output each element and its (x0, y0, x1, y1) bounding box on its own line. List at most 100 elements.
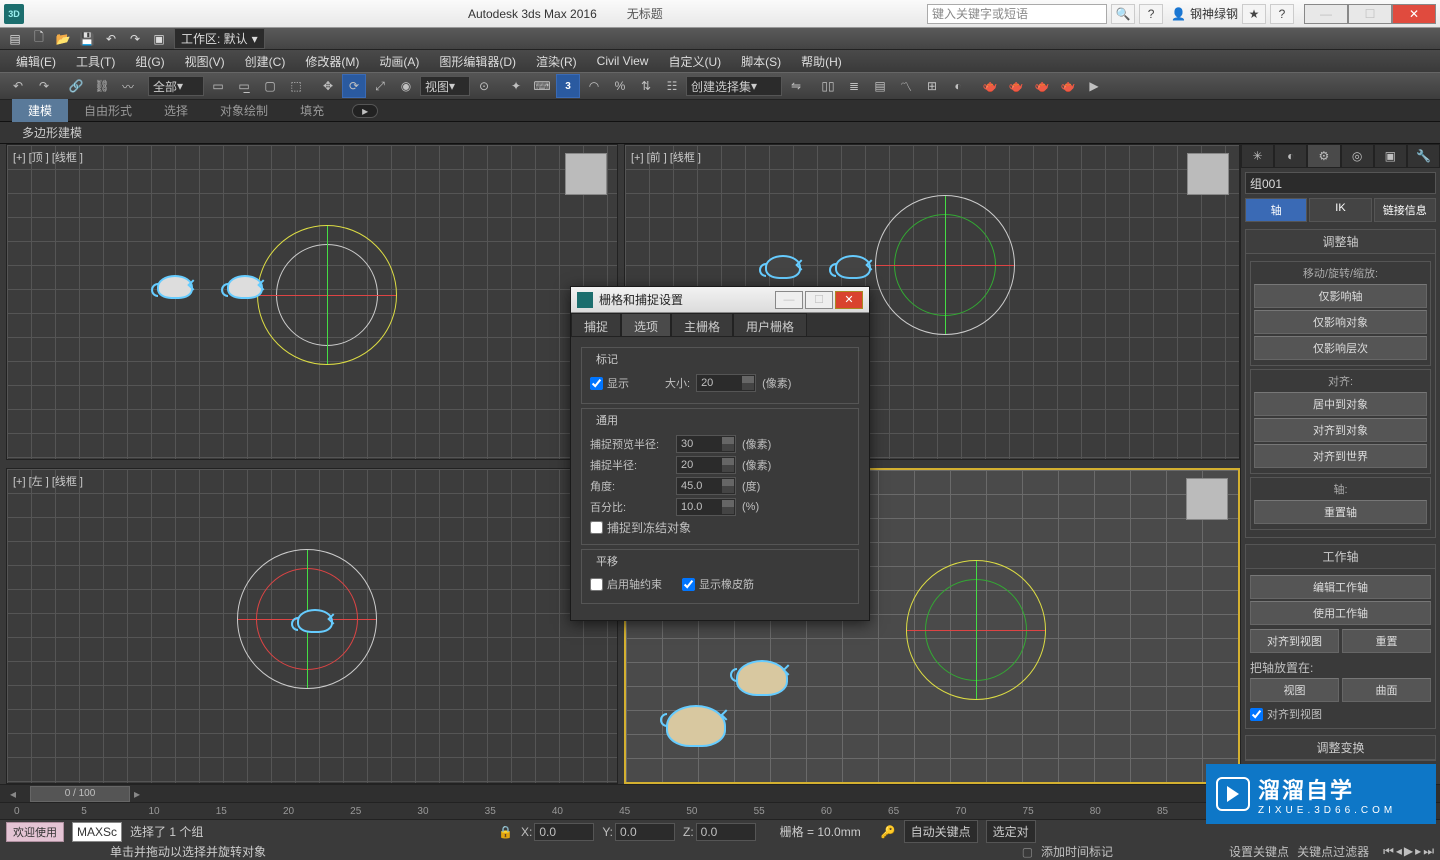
dlg-tab-usergrid[interactable]: 用户栅格 (733, 313, 807, 336)
center-object-button[interactable]: 居中到对象 (1254, 392, 1427, 416)
ribbon-tab-fill[interactable]: 填充 (284, 99, 340, 122)
menu-view[interactable]: 视图(V) (177, 51, 233, 72)
render-last-icon[interactable]: ▶ (1082, 74, 1106, 98)
rollout-header[interactable]: 工作轴 (1246, 545, 1435, 569)
dialog-close-button[interactable]: ✕ (835, 291, 863, 309)
align-icon[interactable]: ▯▯ (816, 74, 840, 98)
autokey-button[interactable]: 自动关键点 (904, 820, 978, 843)
viewport-left[interactable]: [+] [左 ] [线框 ] (6, 468, 618, 784)
teapot-object[interactable] (736, 660, 788, 696)
menu-script[interactable]: 脚本(S) (733, 51, 789, 72)
viewport-front-label[interactable]: [+] [前 ] [线框 ] (631, 149, 701, 165)
select-icon[interactable]: ▭ (206, 74, 230, 98)
rollout-header[interactable]: 调整变换 (1246, 736, 1435, 760)
pivot-tab-link[interactable]: 链接信息 (1374, 198, 1436, 222)
project-icon[interactable]: ▣ (150, 30, 168, 48)
window-maximize-button[interactable]: ☐ (1348, 4, 1392, 24)
bind-icon[interactable]: 〰 (116, 74, 140, 98)
y-input[interactable]: 0.0 (615, 823, 675, 841)
snap-radius-spinner[interactable]: 20 (676, 456, 736, 474)
rotate-gizmo[interactable] (875, 195, 1015, 335)
tab-utility-icon[interactable]: 🔧 (1407, 144, 1440, 168)
place-view-button[interactable]: 视图 (1250, 678, 1339, 702)
select-window-icon[interactable]: ⬚ (284, 74, 308, 98)
x-input[interactable]: 0.0 (534, 823, 594, 841)
align-view-button[interactable]: 对齐到视图 (1250, 629, 1339, 653)
use-workpivot-button[interactable]: 使用工作轴 (1250, 601, 1431, 625)
teapot-object[interactable] (297, 609, 333, 633)
ribbon-tab-modeling[interactable]: 建模 (12, 99, 68, 122)
viewport-left-label[interactable]: [+] [左 ] [线框 ] (13, 473, 83, 489)
selected-button[interactable]: 选定对 (986, 820, 1036, 843)
menu-help[interactable]: 帮助(H) (793, 51, 850, 72)
dlg-tab-options[interactable]: 选项 (621, 313, 671, 336)
menu-modifier[interactable]: 修改器(M) (297, 51, 367, 72)
window-close-button[interactable]: ✕ (1392, 4, 1436, 24)
ribbon-tab-select[interactable]: 选择 (148, 99, 204, 122)
undo-button[interactable]: ↶ (6, 74, 30, 98)
align-object-button[interactable]: 对齐到对象 (1254, 418, 1427, 442)
menu-civilview[interactable]: Civil View (589, 52, 657, 70)
affect-hierarchy-button[interactable]: 仅影响层次 (1254, 336, 1427, 360)
teapot-object[interactable] (765, 255, 801, 279)
ribbon-pin-icon[interactable]: ▸ (352, 104, 378, 118)
tab-motion-icon[interactable]: ◎ (1341, 144, 1374, 168)
coord-dropdown[interactable]: 视图 ▾ (420, 76, 470, 96)
redo-button[interactable]: ↷ (32, 74, 56, 98)
user-account[interactable]: 👤 钢神绿钢 (1171, 5, 1238, 22)
play-end-icon[interactable]: ⏭ (1423, 844, 1434, 859)
rubber-band-checkbox[interactable]: 显示橡皮筋 (682, 576, 754, 592)
favorite-icon[interactable]: ★ (1242, 4, 1266, 24)
selection-filter-dropdown[interactable]: 全部 ▾ (148, 76, 204, 96)
affect-object-button[interactable]: 仅影响对象 (1254, 310, 1427, 334)
help-search-icon[interactable]: 🔍 (1111, 4, 1135, 24)
unlink-icon[interactable]: ⛓ (90, 74, 114, 98)
keyfilter-button[interactable]: 关键点过滤器 (1297, 843, 1369, 860)
setkey-button[interactable]: 设置关键点 (1229, 843, 1289, 860)
pivot-center-icon[interactable]: ⊙ (472, 74, 496, 98)
dialog-minimize-button[interactable]: — (775, 291, 803, 309)
dialog-maximize-button[interactable]: ☐ (805, 291, 833, 309)
schematic-icon[interactable]: ⊞ (920, 74, 944, 98)
snap-pct-icon[interactable]: % (608, 74, 632, 98)
angle-spinner[interactable]: 45.0 (676, 477, 736, 495)
rotate-gizmo[interactable] (257, 225, 397, 365)
menu-tools[interactable]: 工具(T) (68, 51, 123, 72)
rotate-icon[interactable]: ⟳ (342, 74, 366, 98)
new-icon[interactable]: 🗋 (30, 30, 48, 48)
window-minimize-button[interactable]: — (1304, 4, 1348, 24)
menu-group[interactable]: 组(G) (127, 51, 172, 72)
menu-grapheditor[interactable]: 图形编辑器(D) (431, 51, 524, 72)
scale-icon[interactable]: ⤢ (368, 74, 392, 98)
max-menu-icon[interactable]: ▤ (6, 30, 24, 48)
affect-pivot-button[interactable]: 仅影响轴 (1254, 284, 1427, 308)
teapot-object[interactable] (157, 275, 193, 299)
move-icon[interactable]: ✥ (316, 74, 340, 98)
menu-create[interactable]: 创建(C) (237, 51, 294, 72)
marker-size-spinner[interactable]: 20 (696, 374, 756, 392)
reset-button[interactable]: 重置 (1342, 629, 1431, 653)
play-next-icon[interactable]: ▸ (1415, 844, 1421, 859)
teapot-object[interactable] (227, 275, 263, 299)
z-input[interactable]: 0.0 (696, 823, 756, 841)
layers-icon[interactable]: ▤ (868, 74, 892, 98)
curve-editor-icon[interactable]: 〽 (894, 74, 918, 98)
time-tag-input[interactable]: 添加时间标记 (1041, 843, 1221, 860)
link-icon[interactable]: 🔗 (64, 74, 88, 98)
teapot-object[interactable] (666, 705, 726, 747)
pivot-tab-ik[interactable]: IK (1309, 198, 1371, 222)
tab-create-icon[interactable]: ✳ (1241, 144, 1274, 168)
maxscript-input[interactable]: MAXSc (72, 822, 122, 842)
menu-render[interactable]: 渲染(R) (528, 51, 585, 72)
rotate-gizmo[interactable] (906, 560, 1046, 700)
show-marker-checkbox[interactable]: 显示 (590, 375, 629, 391)
axis-constraint-checkbox[interactable]: 启用轴约束 (590, 576, 662, 592)
viewport-top-label[interactable]: [+] [顶 ] [线框 ] (13, 149, 83, 165)
viewcube-top[interactable] (565, 153, 607, 195)
redo-icon[interactable]: ↷ (126, 30, 144, 48)
object-name-input[interactable]: 组001 (1245, 172, 1436, 194)
menu-customize[interactable]: 自定义(U) (660, 51, 729, 72)
snap3d-icon[interactable]: 3 (556, 74, 580, 98)
named-selection-dropdown[interactable]: 创建选择集 ▾ (686, 76, 782, 96)
select-rect-icon[interactable]: ▢ (258, 74, 282, 98)
